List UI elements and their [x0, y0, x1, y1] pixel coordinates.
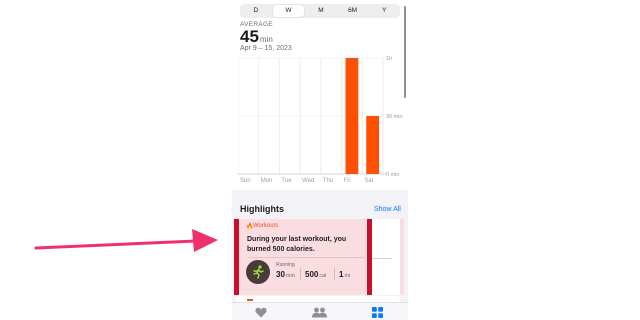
- annotation-arrow: [34, 229, 218, 252]
- screenshot-stage: D W M 6M Y AVERAGE 45min Apr 9 – 15, 202…: [0, 0, 640, 320]
